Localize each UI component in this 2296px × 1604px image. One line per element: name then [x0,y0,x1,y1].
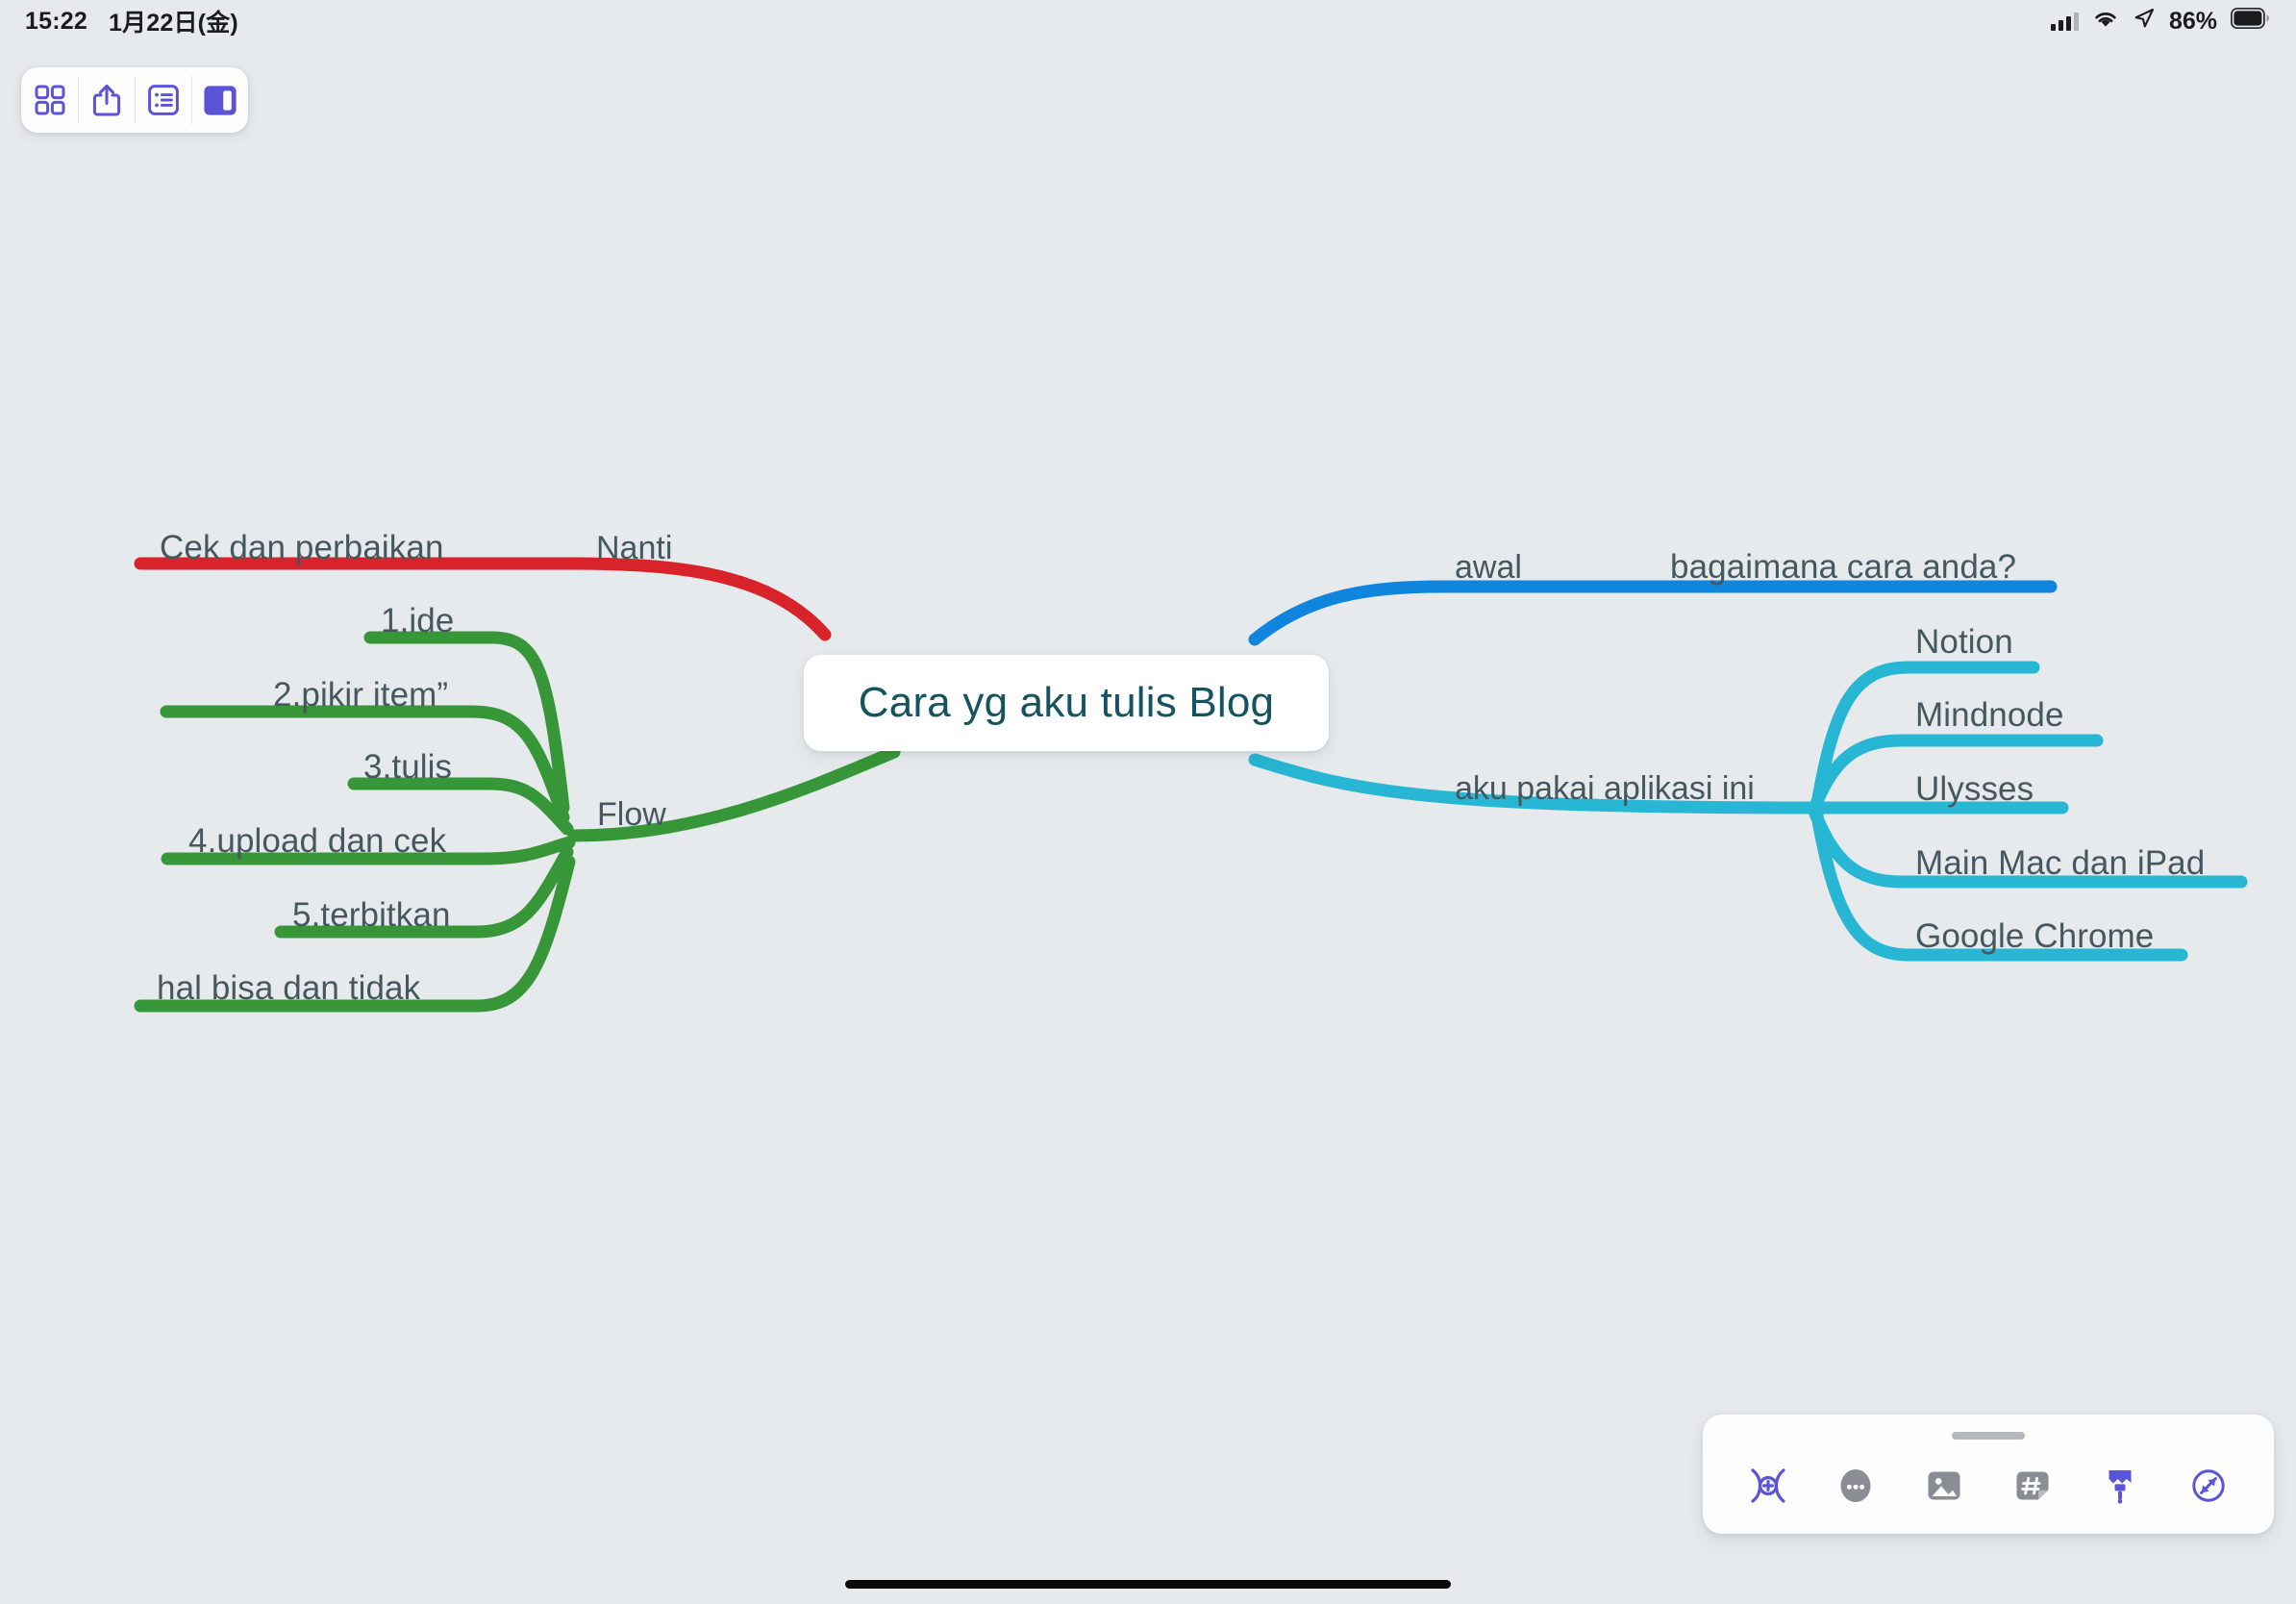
cyan-branch-path[interactable] [1248,661,2248,962]
node-cek-dan-perbaikan[interactable]: Cek dan perbaikan [160,531,444,564]
central-node-title: Cara yg aku tulis Blog [858,679,1275,726]
image-icon [1923,1465,1965,1512]
note-ellipsis-icon [1834,1465,1877,1512]
more-options-button[interactable] [2182,1461,2235,1515]
node-bagaimana-cara-anda[interactable]: bagaimana cara anda? [1670,550,2016,584]
tag-button[interactable] [2006,1461,2059,1515]
style-brush-button[interactable] [2093,1461,2147,1515]
home-indicator[interactable] [845,1580,1451,1589]
node-notion[interactable]: Notion [1915,625,2013,659]
branch-label-aku-pakai-aplikasi-ini[interactable]: aku pakai aplikasi ini [1455,772,1755,805]
node-5-terbitkan[interactable]: 5.terbitkan [292,898,451,932]
node-connect-plus-icon [1747,1465,1789,1512]
node-mindnode[interactable]: Mindnode [1915,698,2064,732]
node-ulysses[interactable]: Ulysses [1915,772,2034,806]
circled-slash-arrow-icon [2187,1465,2230,1512]
branch-label-awal[interactable]: awal [1455,551,1522,584]
node-hal-bisa-dan-tidak[interactable]: hal bisa dan tidak [157,971,420,1005]
bottom-toolbar-icons [1703,1461,2274,1515]
branch-label-flow[interactable]: Flow [597,798,666,831]
branch-label-nanti[interactable]: Nanti [596,532,672,564]
node-3-tulis[interactable]: 3.tulis [363,750,452,784]
mindnode-app: 15:22 1月22日(金) 86% Cara yg aku tulis Blo… [0,0,2296,1604]
bottom-inspector-bar [1703,1415,2274,1534]
drag-handle[interactable] [1952,1432,2025,1440]
node-4-upload-dan-cek[interactable]: 4.upload dan cek [188,824,446,858]
paintbrush-icon [2099,1465,2141,1512]
node-1-ide[interactable]: 1.ide [381,604,454,638]
hashtag-tag-icon [2011,1465,2054,1512]
node-2-pikir-item[interactable]: 2.pikir item” [273,678,448,712]
central-node[interactable]: Cara yg aku tulis Blog [804,655,1329,751]
node-google-chrome[interactable]: Google Chrome [1915,919,2154,953]
red-branch-path[interactable] [134,557,832,641]
node-main-mac-dan-ipad[interactable]: Main Mac dan iPad [1915,846,2205,880]
image-button[interactable] [1917,1461,1971,1515]
note-button[interactable] [1829,1461,1883,1515]
mindmap-canvas[interactable]: Cara yg aku tulis Blog Cek dan perbaikan… [0,0,2296,1604]
add-connection-button[interactable] [1741,1461,1795,1515]
